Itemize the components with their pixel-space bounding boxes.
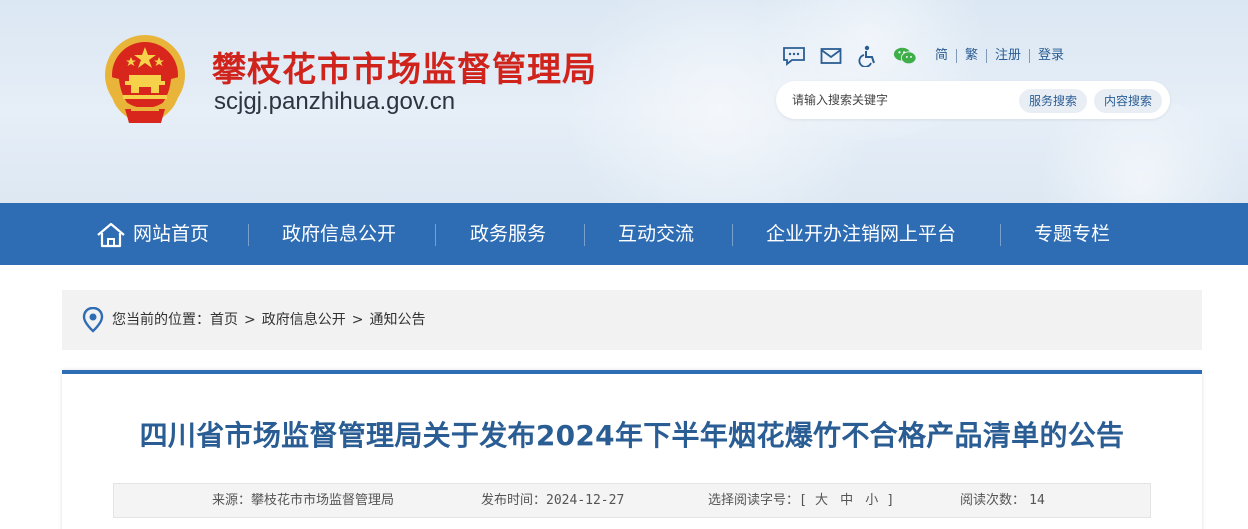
breadcrumb-separator: > bbox=[351, 312, 364, 328]
font-size-label: 选择阅读字号： bbox=[708, 493, 800, 508]
location-pin-icon bbox=[82, 307, 104, 333]
search-input[interactable] bbox=[792, 90, 1017, 110]
register-link[interactable]: 注册 bbox=[987, 48, 1029, 64]
message-icon[interactable] bbox=[782, 45, 806, 67]
article-meta-bar: 来源：攀枝花市市场监督管理局 发布时间：2024-12-27 选择阅读字号：[ … bbox=[113, 483, 1151, 518]
content-search-button[interactable]: 内容搜索 bbox=[1094, 89, 1163, 113]
wechat-icon[interactable] bbox=[893, 45, 917, 67]
font-size-large[interactable]: 大 bbox=[815, 493, 828, 508]
accessibility-icon[interactable] bbox=[856, 45, 880, 67]
article-title: 四川省市场监督管理局关于发布2024年下半年烟花爆竹不合格产品清单的公告 bbox=[139, 419, 1125, 452]
font-size-medium[interactable]: 中 bbox=[840, 493, 853, 508]
nav-divider bbox=[584, 224, 585, 246]
font-size-small[interactable]: 小 bbox=[865, 493, 878, 508]
date-value: 2024-12-27 bbox=[546, 493, 625, 508]
breadcrumb-trail: 您当前的位置： 首页 > 政府信息公开 > 通知公告 bbox=[112, 310, 425, 330]
mail-icon[interactable] bbox=[819, 45, 843, 67]
font-size-selector: 选择阅读字号：[ 大 中 小 ] bbox=[708, 493, 894, 509]
source-label: 来源： bbox=[212, 493, 252, 508]
nav-divider bbox=[732, 224, 733, 246]
site-header: 攀枝花市市场监督管理局 scjgj.panzhihua.gov.cn 简 繁 注… bbox=[0, 0, 1248, 203]
views-label: 阅读次数： bbox=[960, 493, 1026, 508]
article-source: 来源：攀枝花市市场监督管理局 bbox=[212, 493, 394, 509]
article-panel: 四川省市场监督管理局关于发布2024年下半年烟花爆竹不合格产品清单的公告 来源：… bbox=[62, 370, 1202, 529]
date-label: 发布时间： bbox=[481, 493, 547, 508]
nav-divider bbox=[1000, 224, 1001, 246]
bracket-open: [ bbox=[799, 493, 807, 508]
source-value: 攀枝花市市场监督管理局 bbox=[251, 493, 395, 508]
article-date: 发布时间：2024-12-27 bbox=[481, 493, 624, 509]
nav-divider bbox=[435, 224, 436, 246]
breadcrumb-separator: > bbox=[244, 312, 256, 328]
search-box: 服务搜索 内容搜索 bbox=[776, 81, 1170, 119]
service-search-button[interactable]: 服务搜索 bbox=[1019, 89, 1088, 113]
nav-item-special-topics[interactable]: 专题专栏 bbox=[1034, 203, 1110, 265]
nav-divider bbox=[248, 224, 249, 246]
home-icon[interactable] bbox=[96, 222, 126, 248]
national-emblem-icon bbox=[105, 35, 185, 123]
breadcrumb: 您当前的位置： 首页 > 政府信息公开 > 通知公告 bbox=[62, 290, 1202, 350]
site-domain: scjgj.panzhihua.gov.cn bbox=[214, 88, 456, 115]
site-title: 攀枝花市市场监督管理局 bbox=[212, 50, 597, 90]
nav-item-home[interactable]: 网站首页 bbox=[133, 203, 209, 265]
simplified-chinese-link[interactable]: 简 bbox=[927, 48, 956, 64]
views-value: 14 bbox=[1029, 493, 1045, 508]
header-toolbar: 简 繁 注册 登录 bbox=[782, 45, 1072, 67]
breadcrumb-prefix: 您当前的位置： bbox=[112, 312, 210, 328]
nav-item-gov-info[interactable]: 政府信息公开 bbox=[282, 203, 396, 265]
login-link[interactable]: 登录 bbox=[1030, 48, 1072, 64]
article-views: 阅读次数： 14 bbox=[960, 493, 1045, 509]
traditional-chinese-link[interactable]: 繁 bbox=[957, 48, 986, 64]
main-nav: 网站首页 政府信息公开 政务服务 互动交流 企业开办注销网上平台 专题专栏 bbox=[0, 203, 1248, 265]
breadcrumb-notices[interactable]: 通知公告 bbox=[369, 310, 425, 330]
nav-item-interaction[interactable]: 互动交流 bbox=[618, 203, 694, 265]
breadcrumb-gov-info[interactable]: 政府信息公开 bbox=[262, 310, 346, 330]
breadcrumb-home[interactable]: 首页 bbox=[210, 310, 238, 330]
bracket-close: ] bbox=[886, 493, 895, 508]
nav-item-services[interactable]: 政务服务 bbox=[470, 203, 546, 265]
nav-item-enterprise-platform[interactable]: 企业开办注销网上平台 bbox=[766, 203, 956, 265]
